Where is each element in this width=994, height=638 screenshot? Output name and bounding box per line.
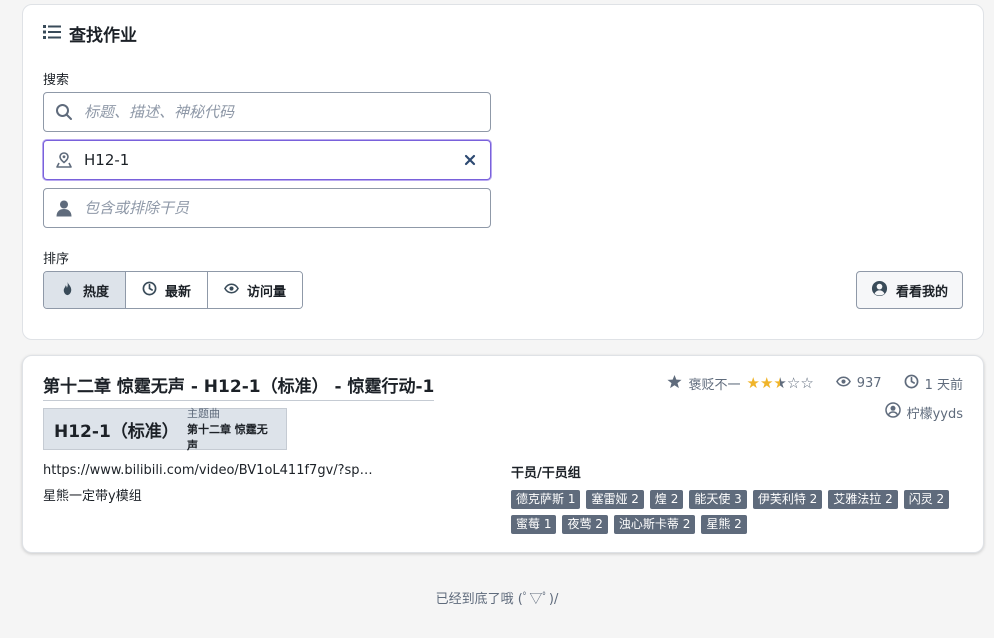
views-icon <box>835 374 851 393</box>
stage-search-field[interactable] <box>43 140 491 180</box>
description-text: 星熊一定带y模组 <box>43 489 142 504</box>
stage-code: H12-1（标准） <box>54 421 179 442</box>
end-of-list-message: 已经到底了哦 (ﾟ▽ﾟ)/ <box>435 592 559 607</box>
sort-views-label: 访问量 <box>247 284 287 300</box>
result-title[interactable]: 第十二章 惊霆无声 - H12-1（标准） - 惊霆行动-1 <box>43 372 435 401</box>
stage-meta: 主题曲 第十二章 惊霆无声 <box>187 405 276 453</box>
operator-tag: 能天使 3 <box>689 490 747 509</box>
user-circle-icon <box>871 280 888 301</box>
person-icon <box>44 199 84 217</box>
star-empty-icon: ☆ <box>786 374 801 392</box>
operator-tag: 星熊 2 <box>701 515 747 534</box>
sort-latest-label: 最新 <box>165 284 192 300</box>
star-empty-icon: ☆ <box>800 374 814 392</box>
author-name[interactable]: 柠檬yyds <box>907 403 963 422</box>
operator-tag: 浊心斯卡蒂 2 <box>613 515 696 534</box>
search-panel: 查找作业 搜索 排序 热度 <box>22 4 984 340</box>
operator-filter-input[interactable] <box>84 190 490 226</box>
stage-search-input[interactable] <box>84 142 450 178</box>
view-count: 937 <box>856 376 882 391</box>
view-mine-label: 看看我的 <box>895 284 948 300</box>
search-label: 搜索 <box>43 73 70 88</box>
view-mine-button[interactable]: 看看我的 <box>855 271 963 309</box>
description-url: https://www.bilibili.com/video/BV1oL411f… <box>43 463 383 478</box>
operator-tag-list: 德克萨斯 1 塞雷娅 2 煌 2 能天使 3 伊芙利特 2 艾雅法拉 2 闪灵 … <box>511 490 951 534</box>
operator-tag: 蜜莓 1 <box>511 515 557 534</box>
sort-views-button[interactable]: 访问量 <box>208 272 303 308</box>
operator-tag: 夜莺 2 <box>562 515 608 534</box>
operator-tag: 伊芙利特 2 <box>752 490 823 509</box>
star-filled-icon: ★ <box>759 374 774 392</box>
author-avatar-icon <box>884 402 901 422</box>
clear-icon[interactable] <box>450 154 490 166</box>
search-header: 查找作业 <box>43 21 137 46</box>
star-icon <box>667 374 683 393</box>
star-filled-icon: ★ <box>746 374 760 392</box>
time-icon <box>904 374 919 393</box>
page-title: 查找作业 <box>69 26 137 46</box>
flame-icon <box>60 281 75 300</box>
sort-button-group: 热度 最新 访问量 <box>43 271 304 309</box>
operators-title: 干员/干员组 <box>511 466 581 481</box>
author-row[interactable]: 柠檬yyds <box>884 402 963 422</box>
star-half-icon: ★ <box>773 374 787 392</box>
result-card[interactable]: 第十二章 惊霆无声 - H12-1（标准） - 惊霆行动-1 褒贬不一 ★ ★ ★ ☆… <box>22 355 984 553</box>
publish-time: 1 天前 <box>924 378 963 393</box>
search-icon <box>44 103 84 121</box>
result-meta: 褒贬不一 ★ ★ ★ ☆ ☆ 937 1 天前 <box>667 374 963 393</box>
map-pin-icon <box>44 151 84 169</box>
stage-category: 主题曲 <box>186 407 220 420</box>
sort-latest-button[interactable]: 最新 <box>126 272 209 308</box>
sort-hot-button[interactable]: 热度 <box>44 272 127 308</box>
keyword-search-input[interactable] <box>84 94 490 130</box>
stage-tag: H12-1（标准） 主题曲 第十二章 惊霆无声 <box>43 405 287 453</box>
clock-icon <box>142 281 157 300</box>
operator-tag: 闪灵 2 <box>903 490 950 509</box>
eye-icon <box>224 281 239 300</box>
sort-hot-label: 热度 <box>83 284 110 300</box>
operator-tag: 艾雅法拉 2 <box>828 490 898 509</box>
rating-label: 褒贬不一 <box>688 378 741 393</box>
operator-tag: 德克萨斯 1 <box>511 490 581 509</box>
rating-stars: ★ ★ ★ ☆ ☆ <box>747 376 814 391</box>
operator-tag: 煌 2 <box>649 490 684 509</box>
operator-tag: 塞雷娅 2 <box>586 490 644 509</box>
stage-chapter: 第十二章 惊霆无声 <box>186 423 268 452</box>
list-icon <box>43 23 61 45</box>
keyword-search-field[interactable] <box>43 92 491 132</box>
sort-label: 排序 <box>43 252 70 267</box>
operator-filter-field[interactable] <box>43 188 491 228</box>
